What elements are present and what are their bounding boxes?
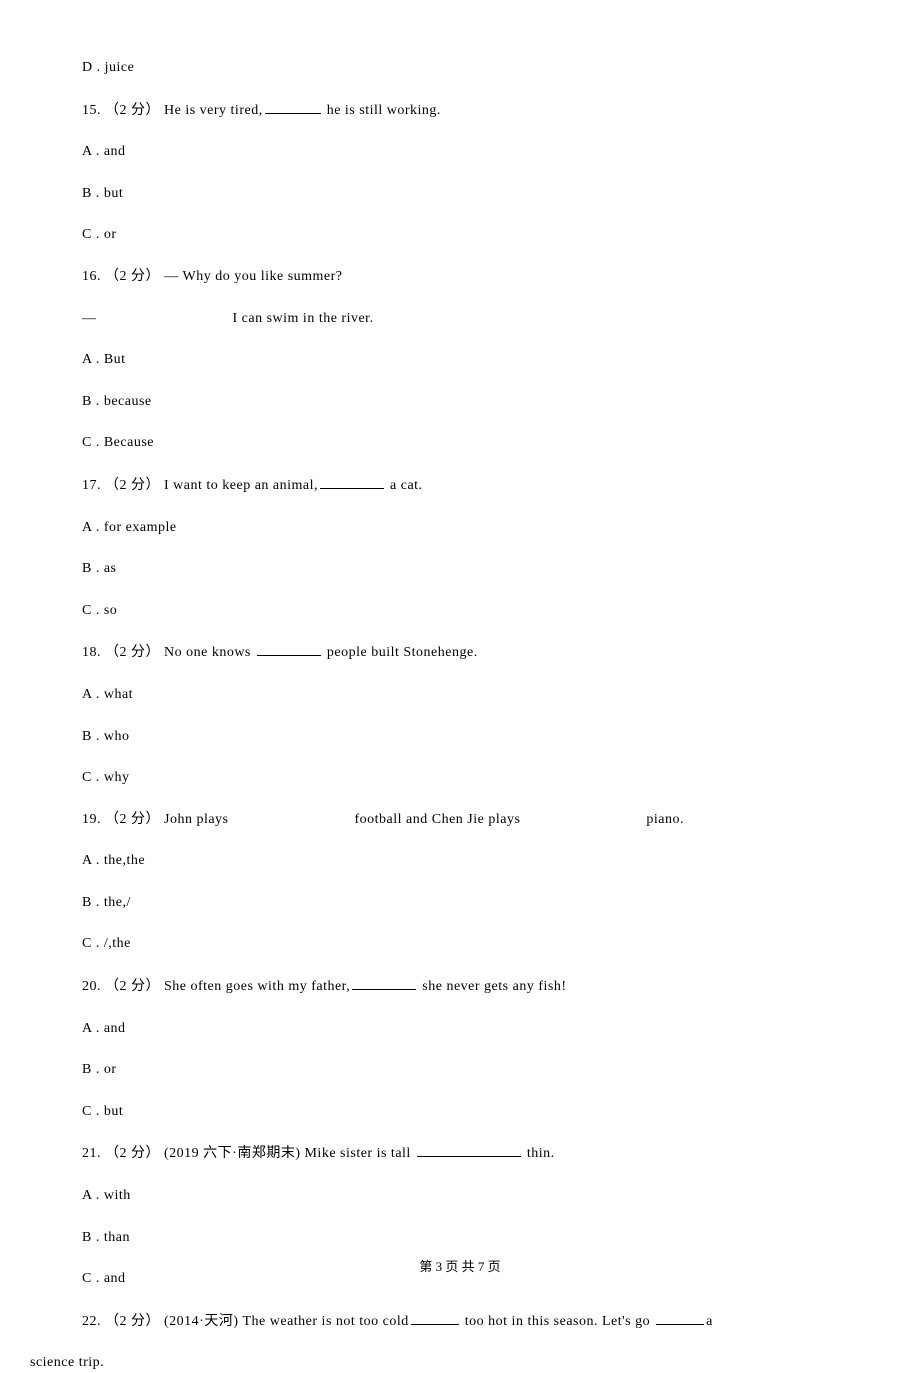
q21-option-a: A . with <box>82 1186 890 1206</box>
q16-option-a: A . But <box>82 350 890 370</box>
q16-line2-pre: ― <box>82 311 97 326</box>
blank <box>257 642 321 656</box>
q20-option-c: C . but <box>82 1102 890 1122</box>
q17-stem-pre: 17. （2 分） I want to keep an animal, <box>82 478 318 493</box>
q18-option-a: A . what <box>82 685 890 705</box>
blank <box>265 100 321 114</box>
blank <box>352 976 416 990</box>
q19-stem-pre: 19. （2 分） John plays <box>82 812 229 827</box>
q15-stem: 15. （2 分） He is very tired, he is still … <box>82 100 890 121</box>
q15-option-b: B . but <box>82 184 890 204</box>
q17-option-b: B . as <box>82 559 890 579</box>
q16-stem: 16. （2 分） ― Why do you like summer? <box>82 267 890 287</box>
q16-line2-post: I can swim in the river. <box>233 311 374 326</box>
q19-option-a: A . the,the <box>82 851 890 871</box>
q18-option-c: C . why <box>82 768 890 788</box>
q17-option-a: A . for example <box>82 518 890 538</box>
blank <box>656 1311 704 1325</box>
q20-option-a: A . and <box>82 1019 890 1039</box>
q17-option-c: C . so <box>82 601 890 621</box>
q17-stem-post: a cat. <box>386 478 423 493</box>
q22-stem-pre: 22. （2 分） (2014·天河) The weather is not t… <box>82 1314 409 1329</box>
q22-stem: 22. （2 分） (2014·天河) The weather is not t… <box>82 1311 890 1332</box>
blank <box>411 1311 459 1325</box>
q19-option-c: C . /,the <box>82 934 890 954</box>
q20-stem: 20. （2 分） She often goes with my father,… <box>82 976 890 997</box>
q22-line2: science trip. <box>30 1353 890 1373</box>
q22-stem-post: a <box>706 1314 713 1329</box>
q15-option-a: A . and <box>82 142 890 162</box>
q16-option-b: B . because <box>82 392 890 412</box>
q19-stem-post: piano. <box>646 812 684 827</box>
q15-stem-pre: 15. （2 分） He is very tired, <box>82 103 263 118</box>
q22-stem-mid: too hot in this season. Let's go <box>461 1314 654 1329</box>
q15-stem-post: he is still working. <box>323 103 441 118</box>
q14-option-d: D . juice <box>82 58 890 78</box>
q21-option-b: B . than <box>82 1228 890 1248</box>
q16-option-c: C . Because <box>82 433 890 453</box>
q18-option-b: B . who <box>82 727 890 747</box>
q21-stem-post: thin. <box>523 1146 555 1161</box>
q21-stem-pre: 21. （2 分） (2019 六下·南郑期末) Mike sister is … <box>82 1146 415 1161</box>
q19-option-b: B . the,/ <box>82 893 890 913</box>
q16-line2: ― I can swim in the river. <box>82 309 890 329</box>
page-footer: 第 3 页 共 7 页 <box>0 1258 920 1276</box>
q18-stem-post: people built Stonehenge. <box>323 645 478 660</box>
q21-stem: 21. （2 分） (2019 六下·南郑期末) Mike sister is … <box>82 1143 890 1164</box>
q15-option-c: C . or <box>82 225 890 245</box>
q19-stem-mid: football and Chen Jie plays <box>355 812 521 827</box>
blank <box>320 475 384 489</box>
q18-stem-pre: 18. （2 分） No one knows <box>82 645 255 660</box>
q20-stem-post: she never gets any fish! <box>418 979 566 994</box>
q20-stem-pre: 20. （2 分） She often goes with my father, <box>82 979 350 994</box>
q17-stem: 17. （2 分） I want to keep an animal, a ca… <box>82 475 890 496</box>
q18-stem: 18. （2 分） No one knows people built Ston… <box>82 642 890 663</box>
q19-stem: 19. （2 分） John plays football and Chen Ji… <box>82 810 890 830</box>
blank <box>417 1143 521 1157</box>
q20-option-b: B . or <box>82 1060 890 1080</box>
